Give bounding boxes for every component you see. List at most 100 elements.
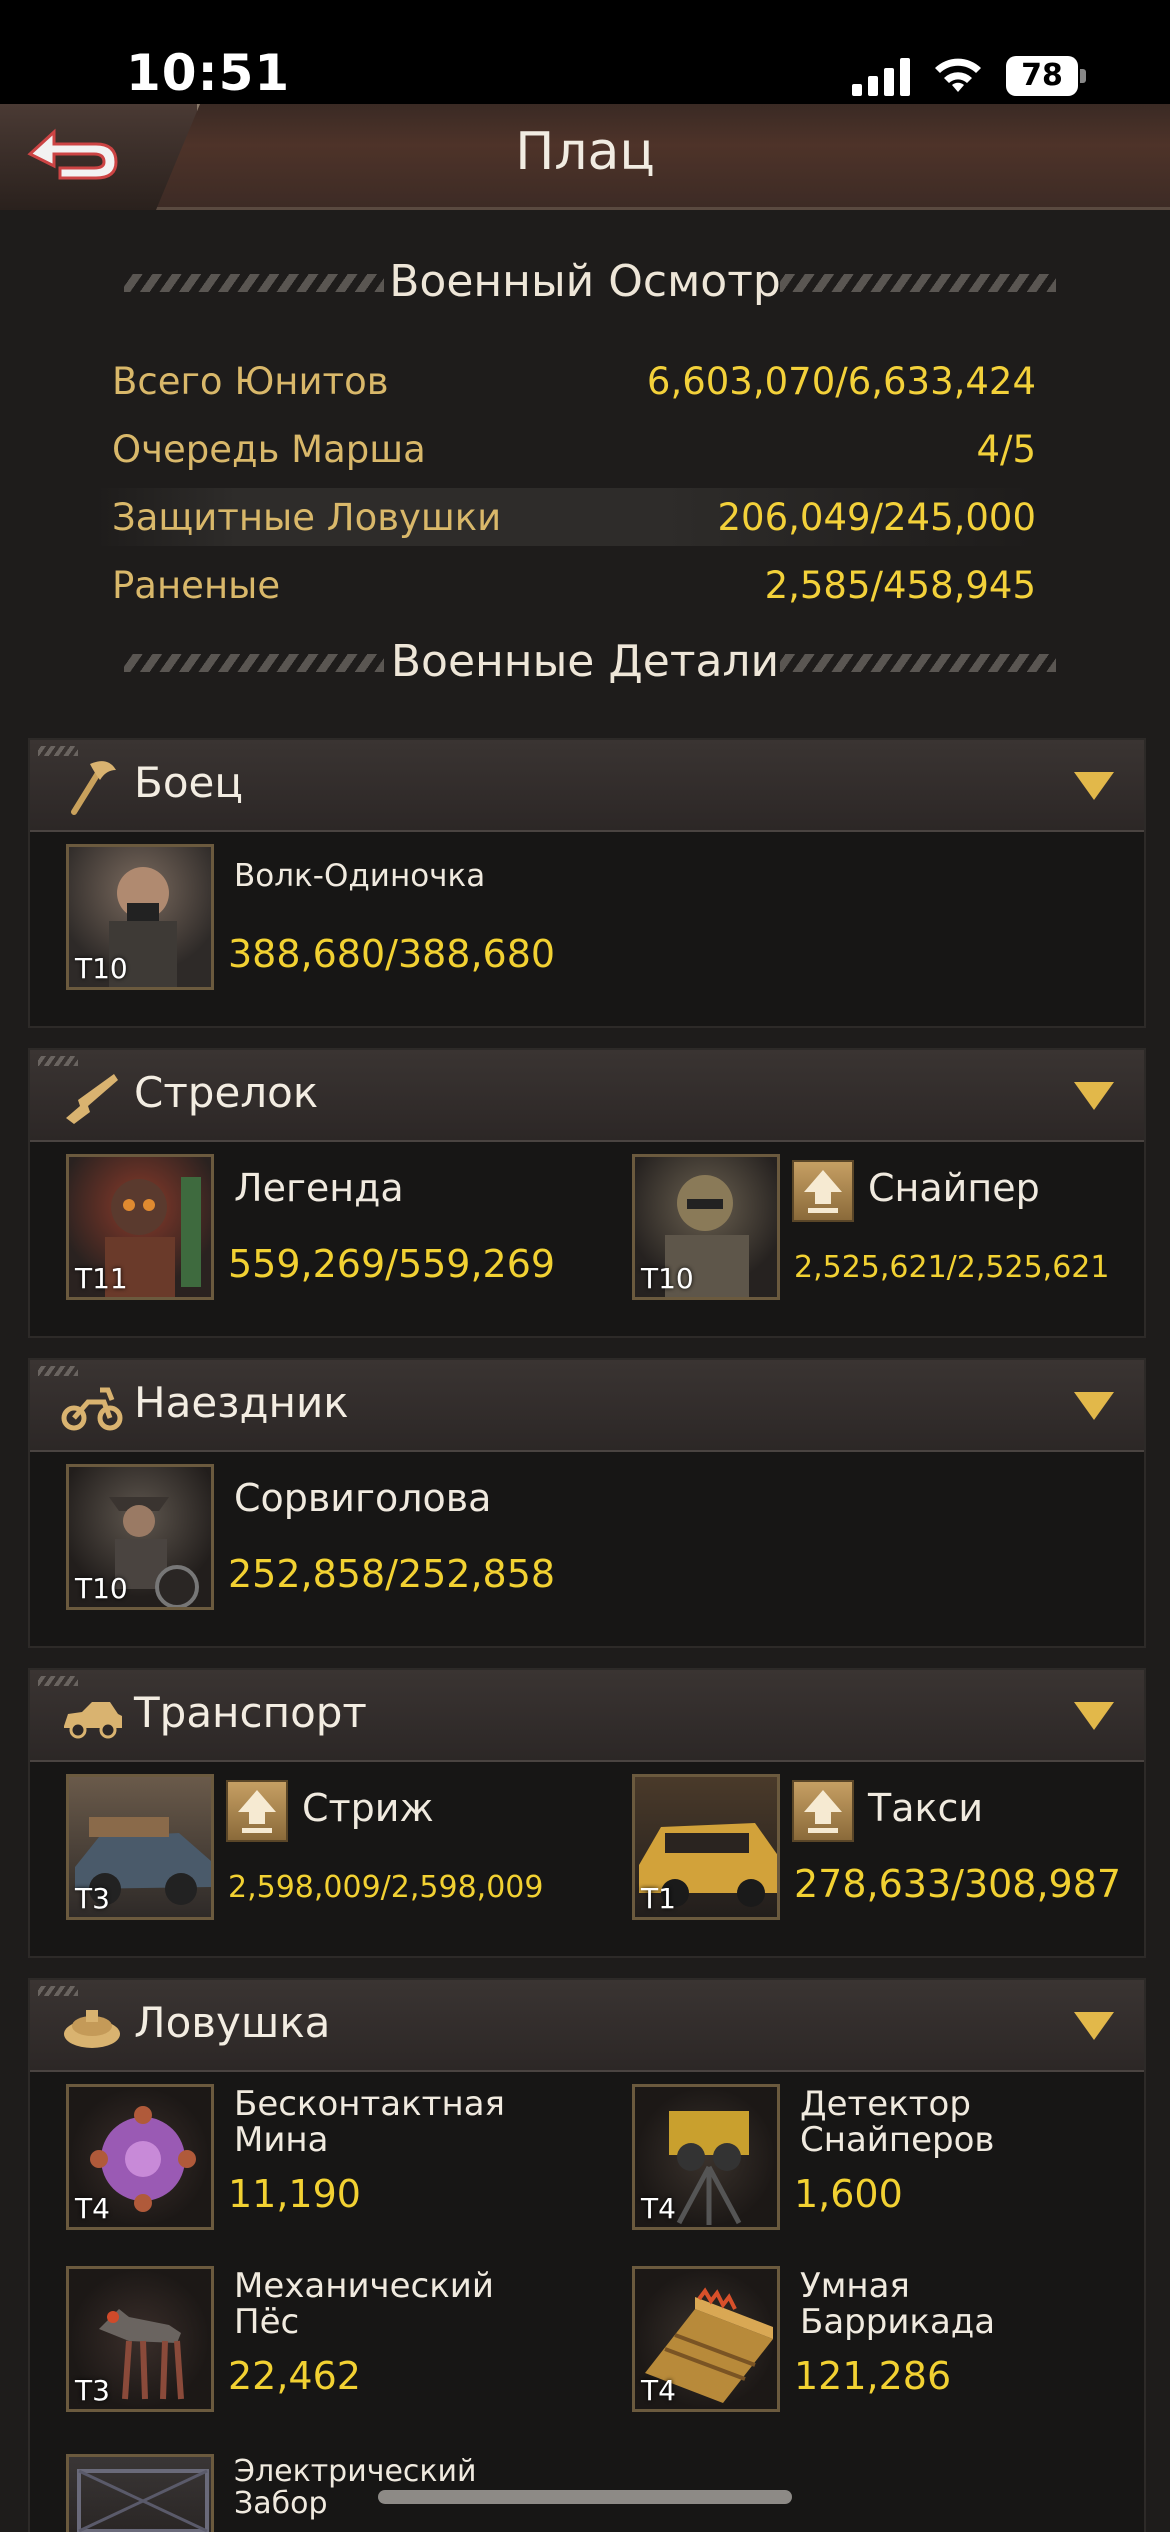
stat-label: Защитные Ловушки xyxy=(112,496,502,539)
stat-value: 6,603,070/6,633,424 xyxy=(646,360,1036,403)
stat-row-march-queue: Очередь Марша 4/5 xyxy=(96,420,1036,478)
upgrade-arrow-icon xyxy=(804,1170,842,1213)
status-time: 10:51 xyxy=(126,44,291,102)
unit-count: 2,598,009/2,598,009 xyxy=(228,1870,544,1905)
unit-tier: T10 xyxy=(75,952,128,985)
rifle-icon xyxy=(66,1074,118,1124)
category-header-transport[interactable]: Транспорт xyxy=(30,1670,1144,1762)
unit-portrait: T10 xyxy=(66,844,214,990)
unit-tier: T11 xyxy=(75,1262,128,1295)
unit-portrait: T3 xyxy=(66,1774,214,1920)
unit-card[interactable]: T3 Механический Пёс 22,462 xyxy=(30,2266,570,2416)
chevron-down-icon[interactable] xyxy=(1074,1702,1114,1730)
status-bar: 10:51 78 xyxy=(0,0,1170,104)
unit-tier: T3 xyxy=(75,2374,110,2407)
unit-card[interactable]: T10 Сорвиголова 252,858/252,858 xyxy=(30,1464,570,1614)
chevron-down-icon[interactable] xyxy=(1074,1392,1114,1420)
upgrade-button[interactable] xyxy=(226,1780,288,1842)
unit-tier: T10 xyxy=(641,1262,694,1295)
category-header-rider[interactable]: Наездник xyxy=(30,1360,1144,1452)
category-label: Боец xyxy=(134,758,243,807)
unit-count: 2,525,621/2,525,621 xyxy=(794,1250,1110,1285)
unit-name: Умная Баррикада xyxy=(800,2266,996,2342)
unit-card[interactable]: T4 Умная Баррикада 121,286 xyxy=(596,2266,1136,2416)
upgrade-arrow-icon xyxy=(804,1790,842,1833)
unit-name: Бесконтактная Мина xyxy=(234,2084,506,2160)
details-title-row: Военные Детали xyxy=(0,632,1170,692)
unit-name: Волк-Одиночка xyxy=(234,858,486,894)
unit-tier: T4 xyxy=(75,2192,110,2225)
unit-portrait: T1 xyxy=(632,1774,780,1920)
unit-name: Стриж xyxy=(302,1786,434,1830)
unit-card[interactable]: T3 Стриж 2,598,009/2,598,009 xyxy=(30,1774,570,1924)
unit-card[interactable]: T10 Волк-Одиночка 388,680/388,680 xyxy=(30,844,570,994)
home-indicator[interactable] xyxy=(378,2490,792,2504)
stat-value: 206,049/245,000 xyxy=(717,496,1036,539)
mine-icon xyxy=(64,2010,120,2048)
category-panel-fighter: Боец T10 Волк-Одиночка 388,680/388,680 xyxy=(28,738,1146,1028)
unit-name: Снайпер xyxy=(868,1166,1040,1210)
unit-card[interactable]: T10 Снайпер 2,525,621/2,525,621 xyxy=(596,1154,1136,1304)
unit-portrait: T10 xyxy=(632,1154,780,1300)
unit-portrait: T10 xyxy=(66,1464,214,1610)
unit-name: Легенда xyxy=(234,1166,404,1210)
upgrade-button[interactable] xyxy=(792,1160,854,1222)
category-label: Стрелок xyxy=(134,1068,319,1117)
unit-count: 1,600 xyxy=(794,2172,903,2216)
chevron-down-icon[interactable] xyxy=(1074,1082,1114,1110)
unit-card[interactable]: T1 Такси 278,633/308,987 xyxy=(596,1774,1136,1924)
unit-card[interactable]: T11 Легенда 559,269/559,269 xyxy=(30,1154,570,1304)
overview-title: Военный Осмотр xyxy=(389,256,781,307)
unit-portrait xyxy=(66,2454,214,2532)
unit-tier: T4 xyxy=(641,2374,676,2407)
stat-row-wounded: Раненые 2,585/458,945 xyxy=(96,556,1036,614)
battery-icon: 78 xyxy=(1006,56,1086,96)
unit-tier: T3 xyxy=(75,1882,110,1915)
unit-card[interactable]: T4 Детектор Снайперов 1,600 xyxy=(596,2084,1136,2234)
cellular-signal-icon xyxy=(852,56,910,96)
unit-name: Сорвиголова xyxy=(234,1476,492,1520)
unit-portrait: T4 xyxy=(632,2084,780,2230)
category-label: Ловушка xyxy=(134,1998,331,2047)
category-header-trap[interactable]: Ловушка xyxy=(30,1980,1144,2072)
unit-name: Такси xyxy=(868,1786,984,1830)
stat-row-defense-traps: Защитные Ловушки 206,049/245,000 xyxy=(96,488,1036,546)
unit-tier: T1 xyxy=(641,1882,676,1915)
category-header-fighter[interactable]: Боец xyxy=(30,740,1144,832)
unit-card[interactable]: T4 Бесконтактная Мина 11,190 xyxy=(30,2084,570,2234)
upgrade-arrow-icon xyxy=(238,1790,276,1833)
wifi-icon xyxy=(935,58,981,92)
unit-portrait: T3 xyxy=(66,2266,214,2412)
unit-portrait: T4 xyxy=(632,2266,780,2412)
unit-count: 22,462 xyxy=(228,2354,361,2398)
unit-count: 559,269/559,269 xyxy=(228,1242,556,1286)
unit-portrait: T4 xyxy=(66,2084,214,2230)
unit-count: 11,190 xyxy=(228,2172,361,2216)
category-panel-rider: Наездник T10 Сорвиголова 252,858/252,858 xyxy=(28,1358,1146,1648)
category-label: Наездник xyxy=(134,1378,349,1427)
unit-tier: T10 xyxy=(75,1572,128,1605)
unit-count: 121,286 xyxy=(794,2354,952,2398)
unit-count: 252,858/252,858 xyxy=(228,1552,556,1596)
category-label: Транспорт xyxy=(134,1688,367,1737)
stat-value: 2,585/458,945 xyxy=(764,564,1036,607)
upgrade-button[interactable] xyxy=(792,1780,854,1842)
chevron-down-icon[interactable] xyxy=(1074,772,1114,800)
stat-label: Раненые xyxy=(112,564,281,607)
unit-count: 278,633/308,987 xyxy=(794,1862,1122,1906)
category-panel-transport: Транспорт T3 Стриж 2,598,009/2,598,009 T… xyxy=(28,1668,1146,1958)
axe-icon xyxy=(71,761,116,815)
battery-level: 78 xyxy=(1006,56,1078,96)
motorcycle-icon xyxy=(61,1387,123,1431)
overview-title-row: Военный Осмотр xyxy=(0,252,1170,312)
unit-name: Детектор Снайперов xyxy=(800,2084,995,2160)
stat-label: Всего Юнитов xyxy=(112,360,389,403)
car-icon xyxy=(64,1702,122,1739)
unit-tier: T4 xyxy=(641,2192,676,2225)
chevron-down-icon[interactable] xyxy=(1074,2012,1114,2040)
page-title: Плац xyxy=(515,122,655,182)
category-header-shooter[interactable]: Стрелок xyxy=(30,1050,1144,1142)
unit-count: 388,680/388,680 xyxy=(228,932,556,976)
header-bar: Плац xyxy=(0,104,1170,210)
category-panel-shooter: Стрелок T11 Легенда 559,269/559,269 T10 … xyxy=(28,1048,1146,1338)
